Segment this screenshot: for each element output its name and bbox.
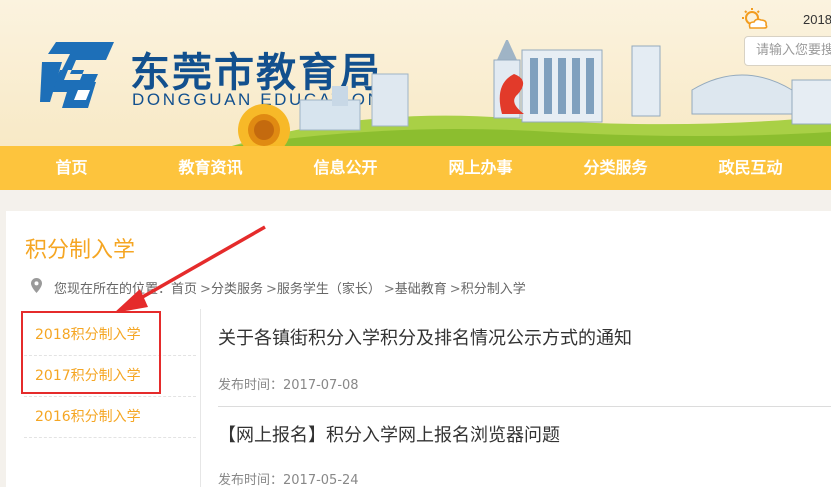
header-date: 2018 — [803, 12, 831, 27]
breadcrumb-separator: > — [449, 282, 461, 297]
date-prefix: 发布时间： — [218, 378, 284, 393]
breadcrumb-link-home[interactable]: 首页 — [171, 282, 197, 297]
breadcrumb-link-basic-education[interactable]: 基础教育 — [395, 282, 447, 297]
breadcrumb-separator: > — [265, 282, 277, 297]
site-header: 东莞市教育局 DONGGUAN EDUCATION 2018 请输入您要 — [0, 0, 831, 146]
breadcrumb-separator: > — [383, 282, 395, 297]
page-title: 积分制入学 — [25, 238, 136, 263]
news-item-date: 发布时间：2017-07-08 — [218, 374, 359, 393]
news-divider — [218, 406, 831, 407]
breadcrumb-prefix: 您现在所在的位置： — [54, 282, 172, 297]
date-prefix: 发布时间： — [218, 473, 284, 487]
education-bureau-logo[interactable] — [40, 40, 116, 110]
sidebar-item-2017[interactable]: 2017积分制入学 — [24, 356, 196, 397]
nav-item-category-services[interactable]: 分类服务 — [548, 146, 683, 190]
sidebar-divider — [200, 309, 201, 487]
date-value: 2017-07-08 — [283, 378, 359, 393]
sun-cloud-icon — [742, 8, 768, 29]
breadcrumb-link-category-services[interactable]: 分类服务 — [211, 282, 263, 297]
breadcrumb-separator: > — [200, 282, 211, 297]
news-item-title[interactable]: 【网上报名】积分入学网上报名浏览器问题 — [218, 421, 560, 447]
nav-item-info-disclosure[interactable]: 信息公开 — [278, 146, 413, 190]
breadcrumb: 您现在所在的位置：首页 >分类服务 >服务学生（家长） >基础教育 >积分制入学 — [54, 278, 526, 297]
breadcrumb-link-student-parent-services[interactable]: 服务学生（家长） — [277, 282, 381, 297]
city-skyline-illustration — [232, 40, 831, 146]
nav-item-education-news[interactable]: 教育资讯 — [143, 146, 278, 190]
location-pin-icon — [31, 278, 42, 293]
sidebar-item-2018[interactable]: 2018积分制入学 — [24, 315, 196, 356]
news-item-date: 发布时间：2017-05-24 — [218, 469, 359, 487]
date-value: 2017-05-24 — [283, 473, 359, 487]
nav-item-home[interactable]: 首页 — [0, 146, 143, 190]
nav-item-online-services[interactable]: 网上办事 — [413, 146, 548, 190]
sidebar-item-2016[interactable]: 2016积分制入学 — [24, 397, 196, 438]
search-input[interactable]: 请输入您要搜索 — [744, 36, 831, 66]
news-item-title[interactable]: 关于各镇街积分入学积分及排名情况公示方式的通知 — [218, 324, 632, 350]
breadcrumb-current[interactable]: 积分制入学 — [461, 282, 526, 297]
nav-item-public-interaction[interactable]: 政民互动 — [683, 146, 818, 190]
main-nav: 首页 教育资讯 信息公开 网上办事 分类服务 政民互动 — [0, 146, 831, 190]
